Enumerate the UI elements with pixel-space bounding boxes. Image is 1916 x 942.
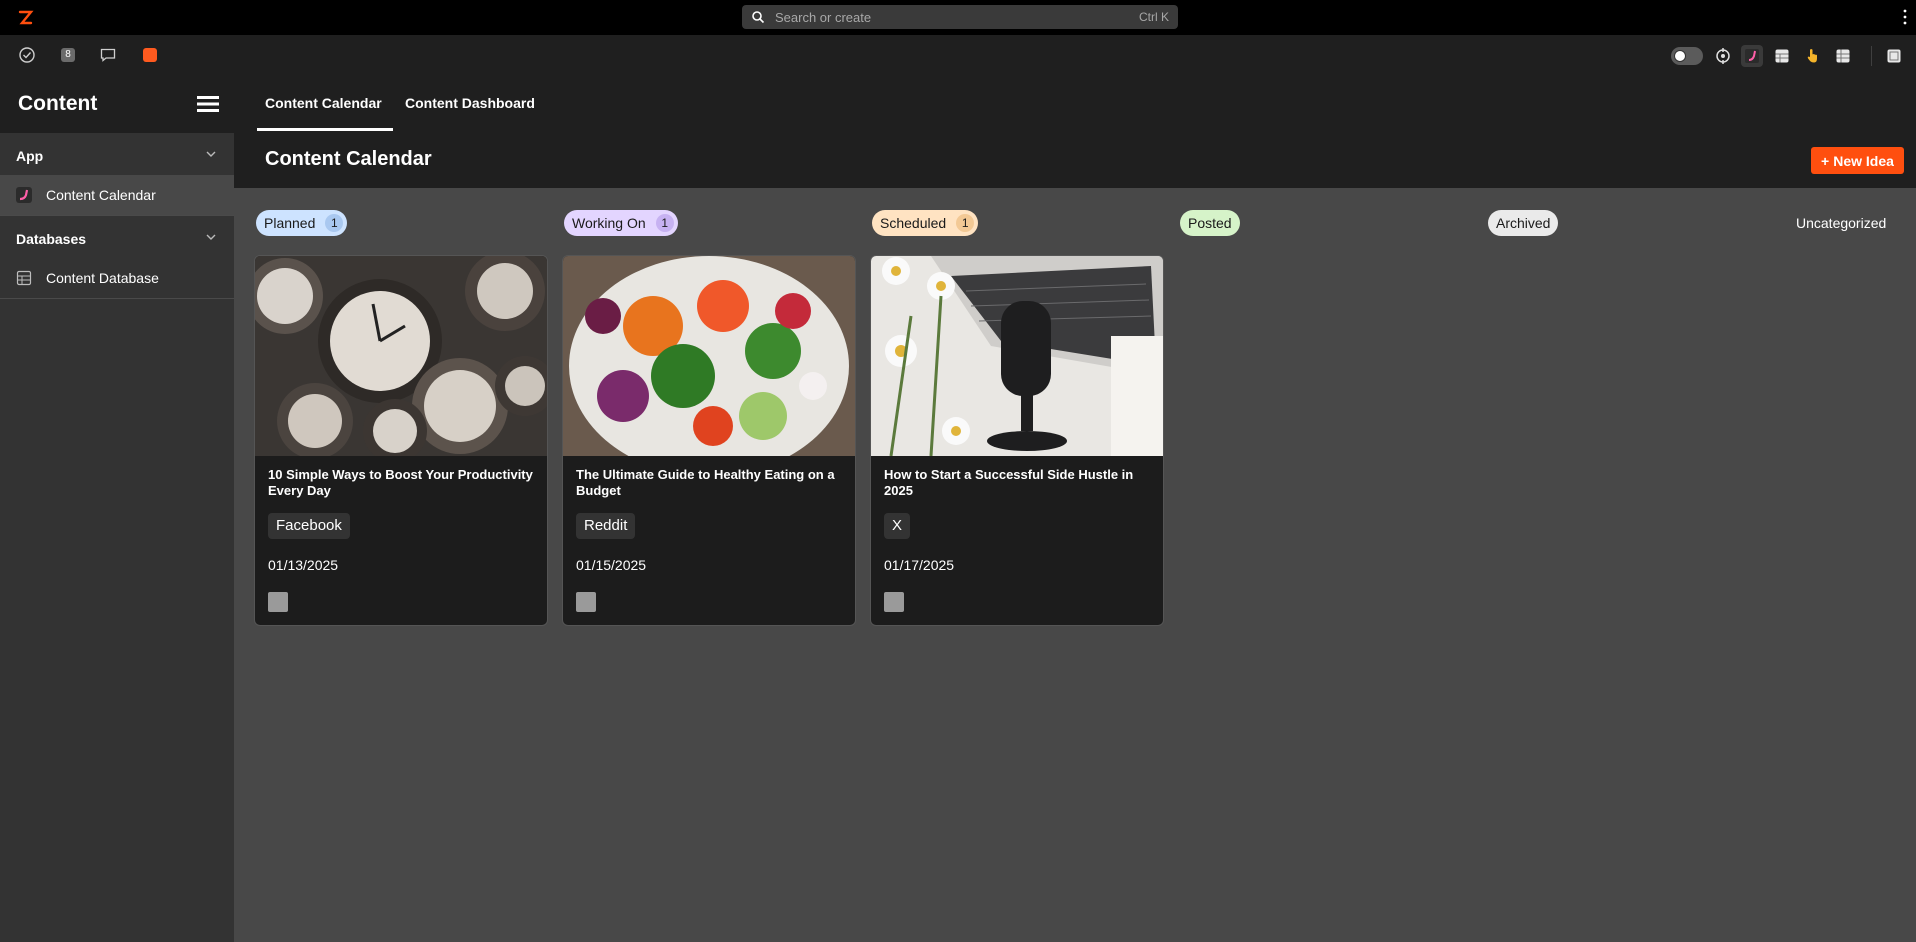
column-header-scheduled[interactable]: Scheduled 1 bbox=[872, 210, 979, 236]
card-image-microphone bbox=[871, 256, 1163, 456]
tab-content-dashboard[interactable]: Content Dashboard bbox=[405, 95, 535, 111]
search-shortcut: Ctrl K bbox=[1139, 10, 1169, 24]
comments-icon[interactable] bbox=[99, 46, 117, 64]
more-menu-icon[interactable] bbox=[1902, 7, 1908, 27]
sidebar-section-app[interactable]: App bbox=[0, 133, 234, 175]
toolbar-divider bbox=[1871, 46, 1872, 66]
sidebar: Content App Content Calendar Databases C… bbox=[0, 75, 234, 942]
gift-icon[interactable] bbox=[141, 46, 159, 64]
card-image-salad bbox=[563, 256, 855, 456]
platform-tag: Reddit bbox=[576, 513, 636, 539]
column-header-planned[interactable]: Planned 1 bbox=[256, 210, 348, 236]
card-date: 01/17/2025 bbox=[884, 557, 955, 573]
sidebar-divider bbox=[0, 298, 234, 299]
calendar-app-icon bbox=[16, 187, 32, 203]
column-count: 1 bbox=[325, 214, 344, 232]
sidebar-header: Content bbox=[0, 75, 234, 133]
menu-toggle-icon[interactable] bbox=[197, 95, 219, 113]
top-bar: Search or create Ctrl K bbox=[0, 0, 1916, 35]
main-header: Content Calendar Content Dashboard bbox=[234, 75, 1916, 188]
card-image-clocks bbox=[255, 256, 547, 456]
table-icon bbox=[16, 270, 32, 286]
chevron-down-icon[interactable] bbox=[205, 231, 217, 243]
card-title: The Ultimate Guide to Healthy Eating on … bbox=[576, 467, 835, 498]
column-header-posted[interactable]: Posted bbox=[1180, 210, 1240, 236]
search-placeholder: Search or create bbox=[775, 9, 872, 25]
avatar bbox=[268, 592, 288, 612]
tab-content-calendar[interactable]: Content Calendar bbox=[265, 95, 382, 111]
column-count: 1 bbox=[655, 214, 674, 232]
card-date: 01/13/2025 bbox=[268, 557, 339, 573]
new-idea-button[interactable]: + New Idea bbox=[1811, 147, 1904, 174]
card-title: How to Start a Successful Side Hustle in… bbox=[884, 467, 1134, 498]
search-bar[interactable]: Search or create Ctrl K bbox=[742, 5, 1178, 29]
page-title: Content Calendar bbox=[265, 148, 432, 170]
column-header-working-on[interactable]: Working On 1 bbox=[564, 210, 678, 236]
search-icon bbox=[752, 11, 765, 24]
platform-tag: X bbox=[884, 513, 911, 539]
sidebar-item-content-calendar[interactable]: Content Calendar bbox=[0, 175, 234, 215]
active-tab-indicator bbox=[257, 128, 393, 131]
avatar bbox=[884, 592, 904, 612]
notifications-badge[interactable]: 8 bbox=[59, 46, 77, 64]
plus-icon: + bbox=[1821, 152, 1830, 169]
content-card[interactable]: 10 Simple Ways to Boost Your Productivit… bbox=[254, 255, 548, 626]
sidebar-section-databases[interactable]: Databases bbox=[0, 216, 234, 258]
database-grid-icon[interactable] bbox=[1832, 45, 1854, 67]
content-card[interactable]: The Ultimate Guide to Healthy Eating on … bbox=[562, 255, 856, 626]
sidebar-item-content-database[interactable]: Content Database bbox=[0, 258, 234, 298]
column-count: 1 bbox=[956, 214, 975, 232]
avatar bbox=[576, 592, 596, 612]
content-card[interactable]: How to Start a Successful Side Hustle in… bbox=[870, 255, 1164, 626]
chevron-down-icon[interactable] bbox=[205, 148, 217, 160]
content-calendar-shortcut-icon[interactable] bbox=[1741, 45, 1763, 67]
toolbar: 8 bbox=[0, 35, 1916, 75]
platform-tag: Facebook bbox=[268, 513, 350, 539]
document-panel-icon[interactable] bbox=[1883, 45, 1905, 67]
theme-toggle[interactable] bbox=[1671, 47, 1703, 65]
sidebar-title: Content bbox=[18, 92, 98, 115]
focus-target-icon[interactable] bbox=[1712, 45, 1734, 67]
tasks-check-icon[interactable] bbox=[18, 46, 36, 64]
column-header-archived[interactable]: Archived bbox=[1488, 210, 1559, 236]
card-title: 10 Simple Ways to Boost Your Productivit… bbox=[268, 467, 533, 498]
column-header-uncategorized[interactable]: Uncategorized bbox=[1796, 215, 1886, 231]
app-logo-icon[interactable] bbox=[16, 8, 36, 28]
table-view-icon[interactable] bbox=[1771, 45, 1793, 67]
hand-point-icon[interactable] bbox=[1801, 45, 1823, 67]
new-idea-label: New Idea bbox=[1833, 152, 1894, 169]
card-date: 01/15/2025 bbox=[576, 557, 647, 573]
